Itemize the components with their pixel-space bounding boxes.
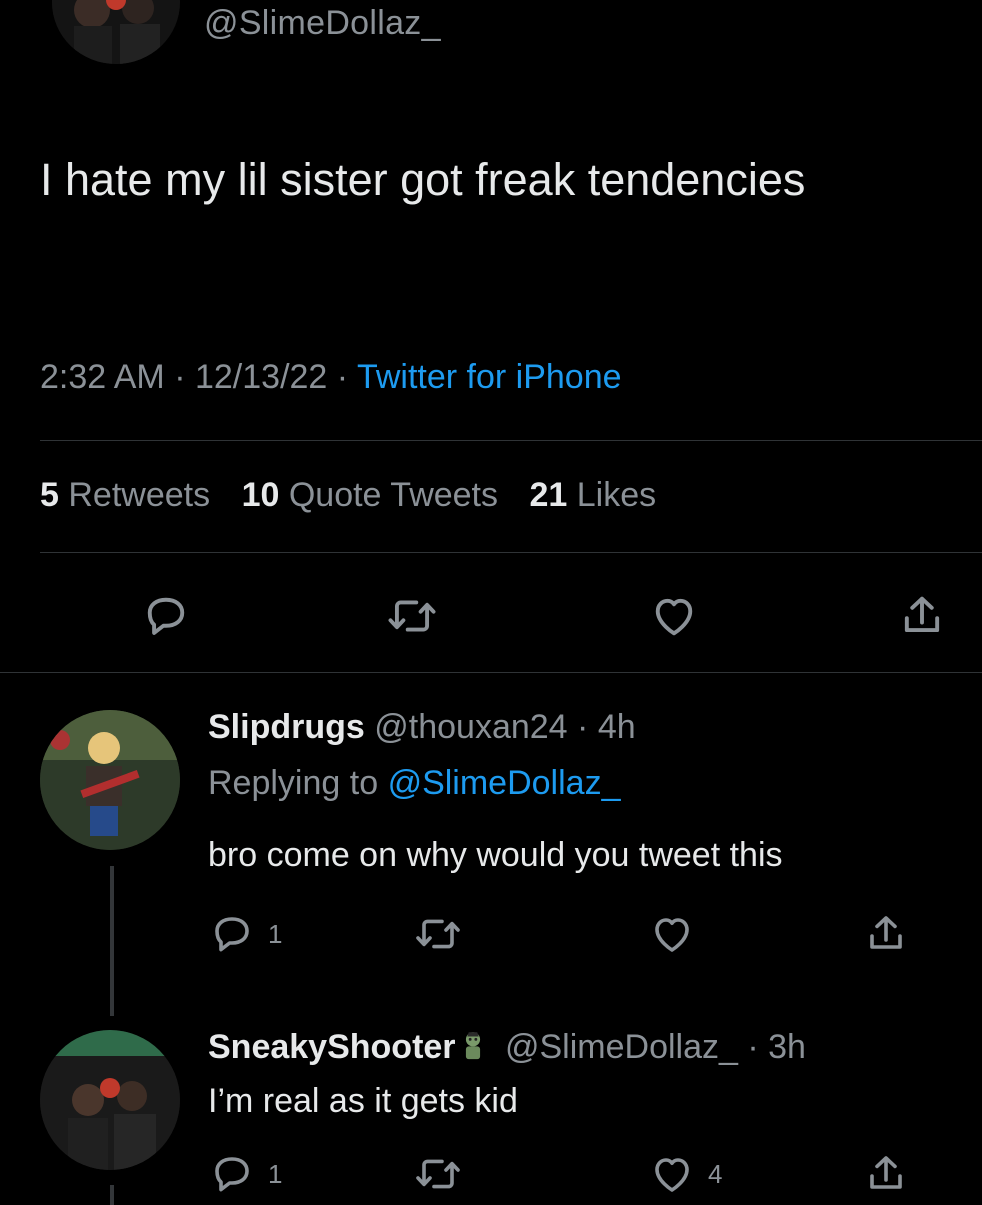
meta-separator: · xyxy=(577,708,589,746)
reply-text: I’m real as it gets kid xyxy=(208,1082,518,1120)
replying-to-mention[interactable]: @SlimeDollaz_ xyxy=(388,764,621,802)
thread-line xyxy=(110,866,114,1016)
like-icon xyxy=(655,598,693,636)
share-icon xyxy=(870,916,902,949)
reply-count: 1 xyxy=(268,918,283,949)
tweet-meta: 2:32 AM · 12/13/22 · Twitter for iPhone xyxy=(40,358,622,397)
reply-icon xyxy=(215,917,249,952)
share-button[interactable] xyxy=(896,590,948,642)
reply-author-handle[interactable]: @thouxan24 xyxy=(374,708,567,746)
like-button[interactable]: 4 xyxy=(648,1150,722,1198)
reply-header: SneakyShooter @SlimeDollaz_ · 3h xyxy=(208,1028,806,1067)
zombie-emoji-icon xyxy=(465,1032,480,1060)
reply-author-name[interactable]: SneakyShooter xyxy=(208,1028,456,1066)
reply-icon xyxy=(147,597,185,635)
replying-to-prefix: Replying to xyxy=(208,764,379,802)
share-button[interactable] xyxy=(862,1150,910,1198)
quotes-label: Quote Tweets xyxy=(288,476,499,514)
reply-count: 1 xyxy=(268,1158,283,1189)
reply-button[interactable] xyxy=(140,590,192,642)
divider xyxy=(40,552,982,553)
share-button[interactable] xyxy=(862,910,910,958)
reply-author-handle[interactable]: @SlimeDollaz_ xyxy=(505,1028,738,1066)
meta-separator: · xyxy=(174,358,195,396)
reply-button[interactable]: 1 xyxy=(208,910,282,958)
quotes-count: 10 xyxy=(241,476,280,514)
replying-to: Replying to @SlimeDollaz_ xyxy=(208,764,620,803)
author-handle[interactable]: @SlimeDollaz_ xyxy=(204,4,441,43)
like-count: 4 xyxy=(708,1158,723,1189)
reply-text: bro come on why would you tweet this xyxy=(208,836,783,874)
retweet-icon xyxy=(388,600,436,632)
retweets-label: Retweets xyxy=(68,476,211,514)
tweet-source-link[interactable]: Twitter for iPhone xyxy=(357,358,622,396)
reply-age[interactable]: 3h xyxy=(768,1028,806,1066)
tweet-text: I hate my lil sister got freak tendencie… xyxy=(40,154,806,205)
like-icon xyxy=(655,918,689,952)
like-button[interactable] xyxy=(648,910,708,958)
retweet-icon xyxy=(416,919,460,949)
tweet-time: 2:32 AM xyxy=(40,358,165,396)
tweet-date: 12/13/22 xyxy=(194,358,328,396)
reply-button[interactable]: 1 xyxy=(208,1150,282,1198)
divider xyxy=(40,440,982,441)
likes-stat[interactable]: 21 Likes xyxy=(529,476,656,514)
author-avatar[interactable] xyxy=(52,0,180,64)
meta-separator: · xyxy=(336,358,357,396)
reply-header: Slipdrugs @thouxan24 · 4h xyxy=(208,708,636,747)
reply-icon xyxy=(215,1157,249,1192)
like-button[interactable] xyxy=(648,590,700,642)
retweet-button[interactable] xyxy=(412,1150,476,1198)
retweet-button[interactable] xyxy=(412,910,476,958)
share-icon xyxy=(904,596,940,633)
retweets-stat[interactable]: 5 Retweets xyxy=(40,476,210,514)
share-icon xyxy=(870,1156,902,1189)
retweet-icon xyxy=(416,1159,460,1189)
reply-avatar[interactable] xyxy=(40,710,180,850)
tweet-stats: 5 Retweets 10 Quote Tweets 21 Likes xyxy=(40,476,656,515)
reply-avatar[interactable] xyxy=(40,1030,180,1170)
meta-separator: · xyxy=(747,1028,759,1066)
thread-line xyxy=(110,1185,114,1205)
like-icon xyxy=(655,1158,689,1192)
quotes-stat[interactable]: 10 Quote Tweets xyxy=(242,476,498,514)
likes-label: Likes xyxy=(576,476,657,514)
divider xyxy=(0,672,982,673)
likes-count: 21 xyxy=(529,476,568,514)
reply-author-name[interactable]: Slipdrugs xyxy=(208,708,365,746)
retweets-count: 5 xyxy=(40,476,59,514)
reply-age[interactable]: 4h xyxy=(598,708,636,746)
retweet-button[interactable] xyxy=(384,590,440,642)
